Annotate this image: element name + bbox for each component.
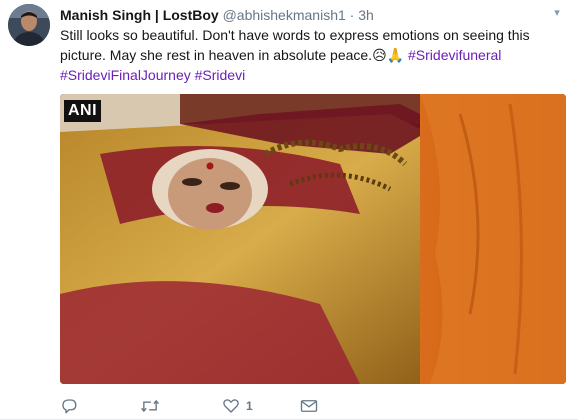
- hashtag-link[interactable]: #Sridevi: [195, 67, 246, 83]
- chevron-down-icon[interactable]: ▾: [550, 6, 564, 20]
- praying-hands-emoji: 🙏: [386, 47, 405, 63]
- sad-face-emoji: 😥: [372, 47, 387, 63]
- tweet-photo[interactable]: ANI: [60, 94, 566, 384]
- tweet-header: Manish Singh | LostBoy @abhishekmanish1 …: [60, 6, 374, 24]
- photo-image: [60, 94, 566, 384]
- reply-button[interactable]: [60, 396, 78, 416]
- retweet-icon: [141, 399, 159, 413]
- heart-icon: [223, 399, 239, 413]
- direct-message-button[interactable]: [300, 396, 318, 416]
- hashtag-link[interactable]: #Sridevifuneral: [408, 47, 501, 63]
- retweet-button[interactable]: [140, 396, 160, 416]
- reply-icon: [62, 399, 77, 414]
- tweet-actions: 1: [60, 396, 540, 416]
- avatar[interactable]: [8, 4, 50, 46]
- hashtag-link[interactable]: #SrideviFinalJourney: [60, 67, 191, 83]
- tweet-timestamp[interactable]: 3h: [358, 7, 374, 23]
- tweet-text: Still looks so beautiful. Don't have wor…: [60, 25, 560, 85]
- author-name[interactable]: Manish Singh | LostBoy: [60, 7, 219, 23]
- author-handle[interactable]: @abhishekmanish1: [223, 7, 346, 23]
- separator-dot: ·: [349, 7, 355, 23]
- like-count: 1: [246, 399, 253, 413]
- like-button[interactable]: 1: [222, 396, 253, 416]
- envelope-icon: [300, 400, 318, 412]
- ani-watermark: ANI: [64, 100, 102, 122]
- tweet[interactable]: ▾ Manish Singh | LostBoy @abhishekmanish…: [0, 0, 578, 420]
